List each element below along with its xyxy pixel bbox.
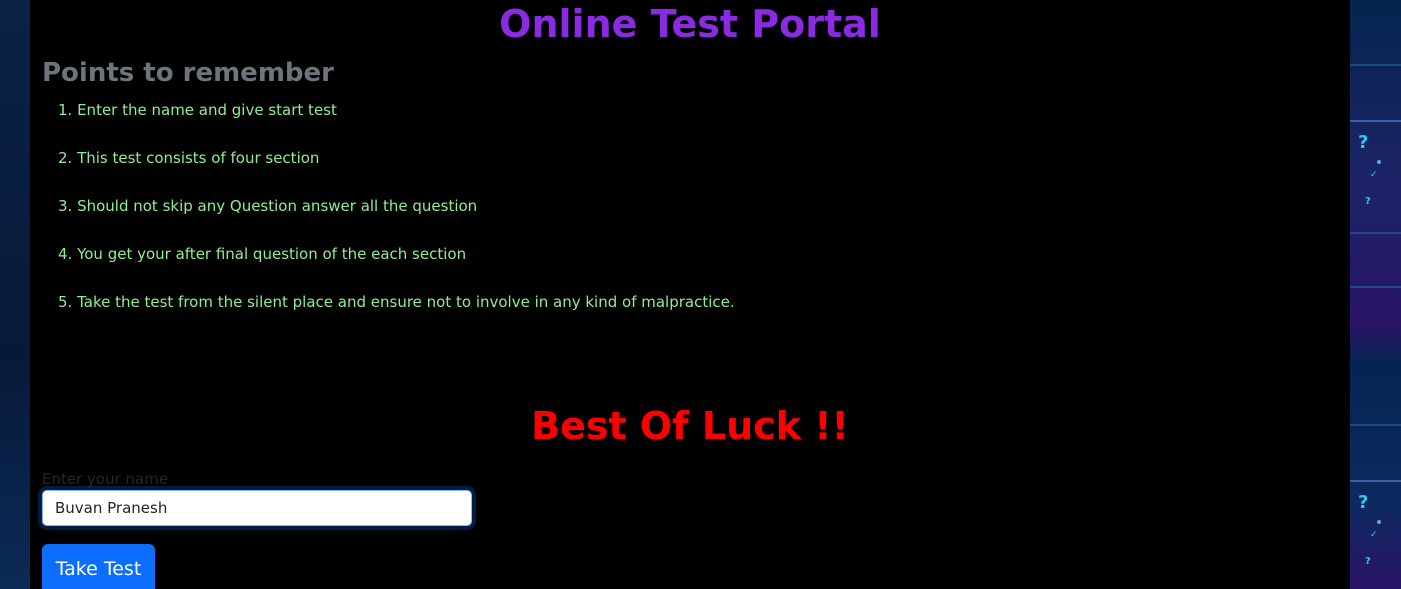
question-mark-icon: ? xyxy=(1358,132,1369,153)
decor-line xyxy=(1350,480,1401,482)
question-mark-icon: ? xyxy=(1365,556,1371,567)
check-icon: ✓ xyxy=(1370,530,1378,540)
points-list: 1. Enter the name and give start test 2.… xyxy=(58,100,735,340)
name-label: Enter your name xyxy=(42,470,169,488)
take-test-button[interactable]: Take Test xyxy=(42,544,155,589)
decor-line xyxy=(1350,424,1401,426)
points-heading: Points to remember xyxy=(42,58,334,88)
list-item: 3. Should not skip any Question answer a… xyxy=(58,197,478,215)
decor-line xyxy=(1350,64,1401,66)
list-item: 5. Take the test from the silent place a… xyxy=(58,293,735,311)
question-mark-icon: ? xyxy=(1358,492,1369,513)
best-of-luck-message: Best Of Luck !! xyxy=(531,404,849,448)
list-item: 4. You get your after final question of … xyxy=(58,245,467,263)
decor-line xyxy=(1350,232,1401,234)
main-panel: Online Test Portal Points to remember 1.… xyxy=(30,0,1350,589)
question-mark-icon: ? xyxy=(1365,196,1371,207)
name-input[interactable] xyxy=(42,490,472,526)
background-left xyxy=(0,0,30,589)
decor-dot xyxy=(1377,160,1381,164)
page-title: Online Test Portal xyxy=(499,2,881,46)
check-icon: ✓ xyxy=(1370,170,1378,180)
list-item: 1. Enter the name and give start test xyxy=(58,101,337,119)
background-right: ? ✓ ? ? ✓ ? xyxy=(1350,0,1401,589)
decor-line xyxy=(1350,286,1401,288)
decor-line xyxy=(1350,120,1401,122)
list-item: 2. This test consists of four section xyxy=(58,149,320,167)
decor-dot xyxy=(1377,520,1381,524)
